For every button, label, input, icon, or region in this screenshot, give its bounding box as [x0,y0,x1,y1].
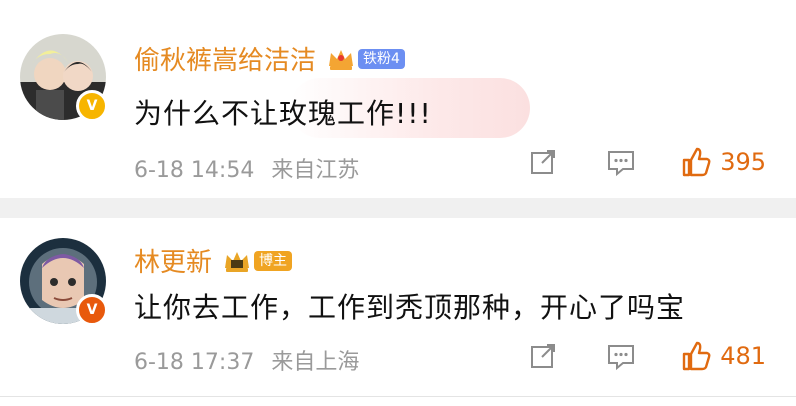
comment-item: V 林更新 博主 让你去工作，工作到秃顶那种，开心了吗宝 6-18 17:37 … [0,218,796,398]
reply-icon[interactable] [606,341,636,371]
comment-time: 6-18 14:54 [134,158,255,183]
comment-location: 来自上海 [271,350,360,375]
reply-icon[interactable] [606,147,636,177]
username-link[interactable]: 林更新 [134,242,212,279]
comment-text: 为什么不让玫瑰工作!!! [134,97,432,130]
avatar[interactable]: V [20,238,108,326]
section-divider [0,198,796,218]
like-count: 481 [720,342,766,370]
thumbs-up-icon [682,341,711,371]
username-row: 林更新 博主 [134,242,293,279]
username-row: 偷秋裤嵩给洁洁 铁粉4 [134,40,405,77]
verified-badge-icon: V [76,90,108,122]
comment-item: V 偷秋裤嵩给洁洁 铁粉4 为什么不让玫瑰工作!!! 6-18 14:54 来自… [0,18,796,198]
avatar[interactable]: V [20,34,108,122]
comment-meta: 6-18 17:37 来自上海 [134,344,359,376]
like-button[interactable]: 395 [680,146,766,178]
like-button[interactable]: 481 [680,340,766,372]
comment-text: 让你去工作，工作到秃顶那种，开心了吗宝 [134,291,686,324]
thumbs-up-icon [682,147,711,177]
fan-level-badge: 铁粉4 [358,48,405,69]
comment-location: 来自江苏 [271,158,360,183]
share-icon[interactable] [528,147,558,177]
comment-actions: 481 [480,340,766,372]
share-icon[interactable] [528,341,558,371]
comment-meta: 6-18 14:54 来自江苏 [134,152,359,184]
crown-icon [225,251,250,272]
bottom-divider [0,396,796,397]
verified-badge-icon: V [76,294,108,326]
comment-time: 6-18 17:37 [134,350,255,375]
host-badge: 博主 [254,250,293,271]
crown-icon [329,49,354,70]
comment-actions: 395 [480,146,766,178]
username-link[interactable]: 偷秋裤嵩给洁洁 [134,40,316,77]
like-count: 395 [720,148,766,176]
